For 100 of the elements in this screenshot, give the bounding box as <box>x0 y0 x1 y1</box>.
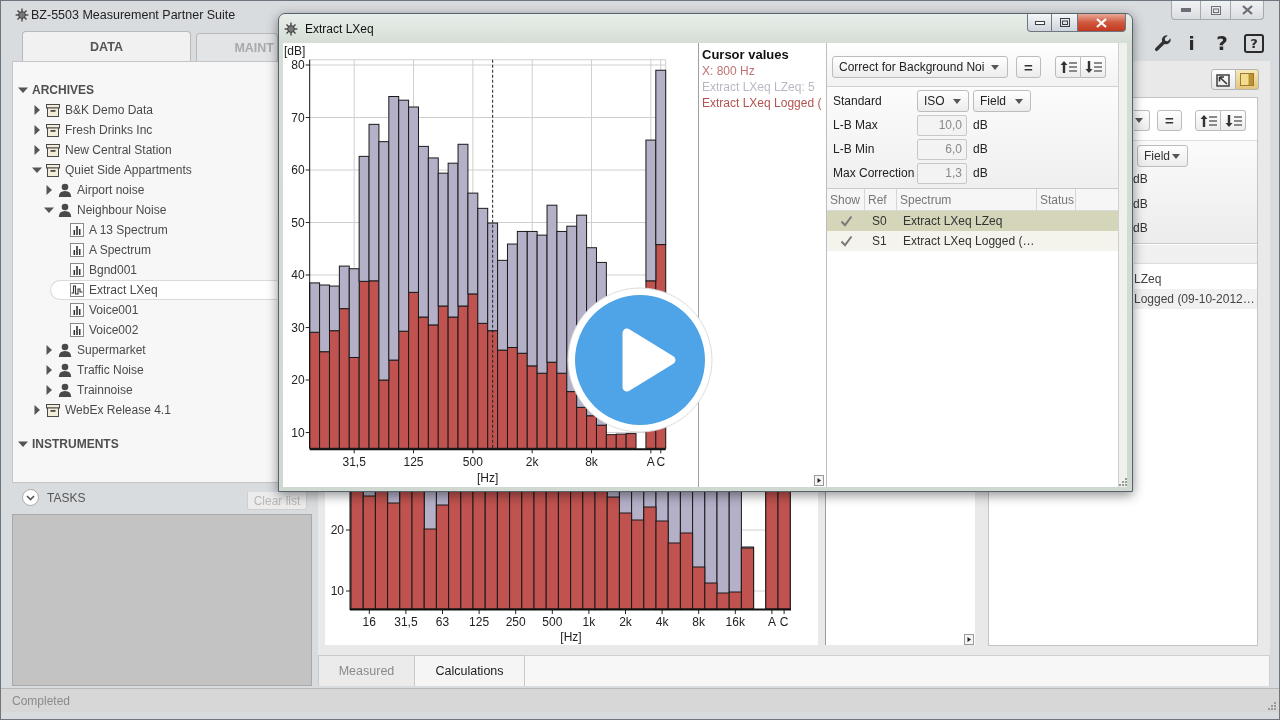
close-button[interactable] <box>1078 14 1126 32</box>
cursor-values-title: Cursor values <box>702 47 790 63</box>
checkmark-icon[interactable] <box>839 235 853 247</box>
maximize-button[interactable] <box>1201 1 1231 20</box>
section-header[interactable]: INSTRUMENTS <box>18 434 119 454</box>
equals-button[interactable]: = <box>1016 56 1041 78</box>
triangle-right-icon[interactable] <box>44 185 54 195</box>
tree-item[interactable]: Quiet Side Appartments <box>26 160 277 180</box>
chevron-down-icon <box>26 494 35 501</box>
table-cell-text: S1 <box>871 234 888 248</box>
play-button[interactable] <box>567 287 713 433</box>
axis-tick-label: 125 <box>469 615 490 629</box>
tree-item[interactable]: Traffic Noise <box>38 360 277 380</box>
cursor-value: Extract LXeq Logged ( <box>702 95 823 111</box>
toolbar-button[interactable]: ? <box>1211 33 1233 53</box>
axis-title: [Hz] <box>477 471 499 486</box>
dropdown[interactable]: Field <box>973 90 1031 112</box>
checkmark-icon[interactable] <box>839 215 853 227</box>
tree-item[interactable]: Airport noise <box>38 180 277 200</box>
triangle-right-icon[interactable] <box>32 125 42 135</box>
correction-dropdown[interactable]: Correct for Background Noi <box>832 56 1008 78</box>
axis-tick-label: A <box>646 455 655 470</box>
wrench-icon[interactable] <box>1154 34 1172 52</box>
archive-box-icon <box>46 123 60 137</box>
triangle-down-icon[interactable] <box>18 439 28 449</box>
scroll-right-icon[interactable] <box>814 475 824 486</box>
axis-tick-label: 8k <box>585 455 598 470</box>
table-row[interactable]: S0 Extract LXeq LZeq <box>827 211 1118 231</box>
axis-tick-label: 16k <box>725 615 745 629</box>
section-header[interactable]: ARCHIVES <box>18 80 94 100</box>
triangle-down-icon[interactable] <box>32 165 42 175</box>
resize-grip-icon[interactable] <box>1118 477 1127 486</box>
toolbar-button[interactable]: i <box>1186 33 1197 53</box>
axis-tick-label: 30 <box>291 320 305 335</box>
dropdown[interactable]: ISO <box>917 90 969 112</box>
tree-item[interactable]: Trainnoise <box>38 380 277 400</box>
triangle-right-icon[interactable] <box>32 405 42 415</box>
resize-grip-icon[interactable] <box>1267 701 1276 710</box>
tree-item[interactable]: Voice001 <box>50 300 277 320</box>
column-header[interactable]: Show <box>827 189 865 210</box>
triangle-right-icon[interactable] <box>32 105 42 115</box>
table-cell-text: S0 <box>871 214 888 228</box>
table-cell-text: Extract LXeq Logged (… <box>902 234 1035 248</box>
move-down-button[interactable] <box>1081 56 1106 78</box>
tree-item[interactable]: Extract LXeq <box>50 280 277 300</box>
view-toggle-button[interactable] <box>1211 69 1236 90</box>
axis-tick-label: 70 <box>291 110 305 125</box>
window-title: BZ-5503 Measurement Partner Suite <box>31 7 236 22</box>
scroll-right-icon[interactable] <box>964 634 974 645</box>
arrow-up-list-icon <box>1059 60 1077 74</box>
list-row[interactable]: Logged (09-10-2012… <box>1134 289 1257 309</box>
dialog-title: Extract LXeq <box>305 21 374 36</box>
list-row[interactable]: LZeq <box>1134 269 1257 289</box>
tree-item[interactable]: A 13 Spectrum <box>50 220 277 240</box>
move-down-button[interactable] <box>1221 110 1246 131</box>
caret-icon <box>953 98 961 104</box>
maximize-button[interactable] <box>1052 14 1078 32</box>
close-icon <box>1096 17 1107 28</box>
tree-item[interactable]: Neighbour Noise <box>38 200 277 220</box>
tab[interactable]: DATA <box>22 31 191 61</box>
view-toggle-button[interactable] <box>1236 69 1259 90</box>
triangle-down-icon[interactable] <box>18 85 28 95</box>
tab[interactable]: Calculations <box>415 655 525 686</box>
triangle-right-icon[interactable] <box>44 365 54 375</box>
cursor-line[interactable] <box>492 59 494 449</box>
close-button[interactable] <box>1231 1 1264 20</box>
column-header[interactable]: Spectrum <box>897 189 1037 210</box>
arrow-up-list-icon <box>1199 113 1217 128</box>
tree-item[interactable]: Voice002 <box>50 320 277 340</box>
triangle-down-icon[interactable] <box>44 205 54 215</box>
triangle-right-icon[interactable] <box>44 345 54 355</box>
tree-item[interactable]: Fresh Drinks Inc <box>26 120 277 140</box>
setting-label: Max Correction <box>833 166 916 180</box>
tree-item[interactable]: Supermarket <box>38 340 277 360</box>
triangle-right-icon[interactable] <box>32 145 42 155</box>
column-header[interactable]: Status <box>1037 189 1076 210</box>
tree-item[interactable]: Bgnd001 <box>50 260 277 280</box>
axis-tick-label: 20 <box>291 373 305 388</box>
maximize-icon <box>1059 18 1070 27</box>
unit-label: dB <box>973 142 988 156</box>
axis-tick-label: 8k <box>692 615 706 629</box>
equals-button[interactable]: = <box>1157 110 1182 131</box>
close-icon <box>1241 5 1253 15</box>
triangle-right-icon[interactable] <box>44 385 54 395</box>
collapse-button[interactable] <box>22 489 39 506</box>
tree-item[interactable]: A Spectrum <box>50 240 277 260</box>
move-up-button[interactable] <box>1195 110 1221 131</box>
table-row[interactable]: S1 Extract LXeq Logged (… <box>827 231 1118 251</box>
toolbar-button[interactable]: ? <box>1244 33 1264 53</box>
tree-item[interactable]: WebEx Release 4.1 <box>26 400 277 420</box>
unit-label: dB <box>973 166 988 180</box>
dropdown[interactable]: Field <box>1137 145 1188 167</box>
column-header[interactable]: Ref <box>865 189 897 210</box>
bar-chart-icon <box>70 243 84 257</box>
tree-item[interactable]: B&K Demo Data <box>26 100 277 120</box>
move-up-button[interactable] <box>1055 56 1081 78</box>
tree-item[interactable]: New Central Station <box>26 140 277 160</box>
minimize-button[interactable] <box>1171 1 1201 20</box>
minimize-button[interactable] <box>1027 14 1052 32</box>
dropdown-button[interactable] <box>1134 110 1150 131</box>
